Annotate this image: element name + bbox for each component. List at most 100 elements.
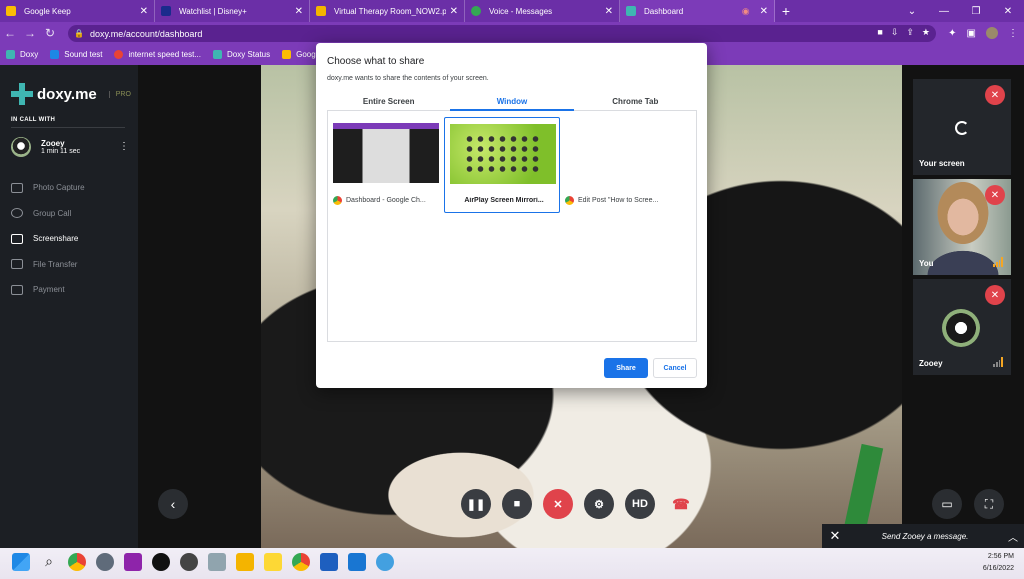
mic-muted-icon[interactable]: ✕	[985, 285, 1005, 305]
tile-you[interactable]: ✕ You	[913, 179, 1011, 275]
google-icon	[114, 50, 124, 59]
sidebar-item-photo-capture[interactable]: Photo Capture	[11, 175, 85, 201]
share-icon[interactable]: ⇪	[906, 27, 914, 38]
extensions-icon[interactable]: ✦	[948, 28, 956, 39]
back-button[interactable]: ←	[0, 26, 20, 40]
sidebar-item-file-transfer[interactable]: File Transfer	[11, 252, 85, 278]
call-duration: 1 min 11 sec	[41, 148, 81, 155]
search-icon[interactable]: ⌕	[40, 553, 58, 571]
mic-muted-icon[interactable]: ✕	[985, 185, 1005, 205]
tab-slides[interactable]: Virtual Therapy Room_NOW2.pp ✕	[310, 0, 465, 22]
bookmark-speed-test[interactable]: internet speed test...	[114, 50, 201, 59]
photos-icon[interactable]	[348, 553, 366, 571]
folder-icon[interactable]	[236, 553, 254, 571]
word-icon[interactable]	[320, 553, 338, 571]
in-call-heading: IN CALL WITH	[11, 117, 56, 123]
star-icon[interactable]: ★	[922, 27, 930, 38]
picture-in-picture-button[interactable]: ▭	[932, 489, 962, 519]
mic-muted-icon[interactable]: ✕	[985, 85, 1005, 105]
profile-avatar[interactable]	[986, 27, 998, 39]
previous-button[interactable]: ‹	[158, 489, 188, 519]
tile-zooey[interactable]: ✕ Zooey	[913, 279, 1011, 375]
minimize-button[interactable]: —	[928, 0, 960, 22]
loading-spinner-icon	[955, 121, 969, 135]
end-call-button[interactable]: ☎	[666, 489, 696, 519]
tab-entire-screen[interactable]: Entire Screen	[327, 93, 450, 110]
close-icon[interactable]: ✕	[295, 6, 303, 17]
install-icon[interactable]: ⇩	[891, 27, 899, 38]
mute-button[interactable]: ✕	[543, 489, 573, 519]
source-airplay[interactable]: AirPlay Screen Mirrori...	[444, 117, 560, 213]
tab-google-keep[interactable]: Google Keep ✕	[0, 0, 155, 22]
more-options-icon[interactable]: ⋮	[119, 141, 129, 152]
app-globe-icon[interactable]	[376, 553, 394, 571]
close-icon[interactable]: ✕	[140, 6, 148, 17]
close-window-button[interactable]: ✕	[992, 0, 1024, 22]
side-panel-icon[interactable]: ▣	[967, 28, 976, 39]
sticky-notes-icon[interactable]	[264, 553, 282, 571]
lock-icon[interactable]: 🔒	[74, 29, 84, 38]
camera-indicator-icon[interactable]: ■	[877, 27, 882, 38]
card-icon	[11, 284, 23, 295]
restore-button[interactable]: ❐	[960, 0, 992, 22]
tab-chrome-tab[interactable]: Chrome Tab	[574, 93, 697, 110]
tab-window[interactable]: Window	[450, 93, 574, 111]
fullscreen-button[interactable]: ⛶	[974, 489, 1004, 519]
chevron-up-icon[interactable]: ︿	[1002, 529, 1024, 544]
close-icon[interactable]: ✕	[450, 6, 458, 17]
avatar	[942, 309, 980, 347]
settings-button[interactable]: ⚙	[584, 489, 614, 519]
chrome-icon[interactable]	[292, 553, 310, 571]
close-icon[interactable]: ✕	[605, 6, 613, 17]
calculator-icon[interactable]	[208, 553, 226, 571]
app-record-icon[interactable]	[180, 553, 198, 571]
system-clock[interactable]: 2:56 PM 6/16/2022	[983, 551, 1014, 575]
upload-icon	[11, 259, 23, 270]
chat-bar[interactable]: ✕ Send Zooey a message. ︿	[822, 524, 1024, 548]
pause-button[interactable]: ❚❚	[461, 489, 491, 519]
windows-start-icon[interactable]	[12, 553, 30, 571]
message-prompt[interactable]: Send Zooey a message.	[848, 532, 1002, 541]
omnibox[interactable]: 🔒 doxy.me/account/dashboard ■ ⇩ ⇪ ★	[68, 25, 936, 42]
monitor-icon	[11, 233, 23, 244]
source-dashboard[interactable]: Dashboard - Google Ch...	[328, 117, 444, 213]
tile-your-screen[interactable]: ✕ Your screen	[913, 79, 1011, 175]
doxy-icon	[626, 6, 636, 16]
source-edit-post[interactable]: Edit Post "How to Scree...	[560, 117, 676, 213]
url-text: doxy.me/account/dashboard	[89, 28, 203, 39]
reload-button[interactable]: ↻	[40, 26, 60, 40]
phone-icon	[471, 6, 481, 16]
camera-button[interactable]: ■	[502, 489, 532, 519]
share-button[interactable]: Share	[604, 358, 648, 378]
app-circle-icon[interactable]	[152, 553, 170, 571]
settings-gear-icon[interactable]	[96, 553, 114, 571]
close-icon[interactable]: ✕	[760, 6, 768, 17]
sidebar-item-group-call[interactable]: Group Call	[11, 201, 85, 227]
tab-disney[interactable]: Watchlist | Disney+ ✕	[155, 0, 310, 22]
sidebar-item-payment[interactable]: Payment	[11, 277, 85, 303]
address-bar-row: ← → ↻ 🔒 doxy.me/account/dashboard ■ ⇩ ⇪ …	[0, 22, 1024, 44]
cancel-button[interactable]: Cancel	[653, 358, 697, 378]
tab-voice[interactable]: Voice - Messages ✕	[465, 0, 620, 22]
bookmark-doxy[interactable]: Doxy	[6, 50, 38, 59]
tab-dashboard[interactable]: Dashboard ◉ ✕	[620, 0, 775, 22]
dialog-subtitle: doxy.me wants to share the contents of y…	[327, 75, 489, 82]
app-icon[interactable]	[124, 553, 142, 571]
camera-icon	[11, 182, 23, 193]
group-icon	[11, 208, 23, 219]
menu-icon[interactable]: ⋮	[1008, 28, 1018, 39]
chrome-icon[interactable]	[68, 553, 86, 571]
source-list: Dashboard - Google Ch... AirPlay Screen …	[327, 111, 697, 342]
close-icon[interactable]: ✕	[822, 528, 848, 544]
video-letterbox-left	[138, 65, 261, 548]
sidebar-item-screenshare[interactable]: Screenshare	[11, 226, 85, 252]
bookmark-sound-test[interactable]: Sound test	[50, 50, 102, 59]
recording-icon: ◉	[741, 5, 750, 16]
forward-button[interactable]: →	[20, 26, 40, 40]
doxy-logo[interactable]: doxy.me PRO	[11, 83, 131, 105]
new-tab-button[interactable]: +	[775, 0, 797, 22]
bookmark-doxy-status[interactable]: Doxy Status	[212, 50, 270, 59]
hd-button[interactable]: HD	[625, 489, 655, 519]
browser-tab-bar: Google Keep ✕ Watchlist | Disney+ ✕ Virt…	[0, 0, 1024, 22]
tab-search-icon[interactable]: ⌄	[896, 0, 928, 22]
